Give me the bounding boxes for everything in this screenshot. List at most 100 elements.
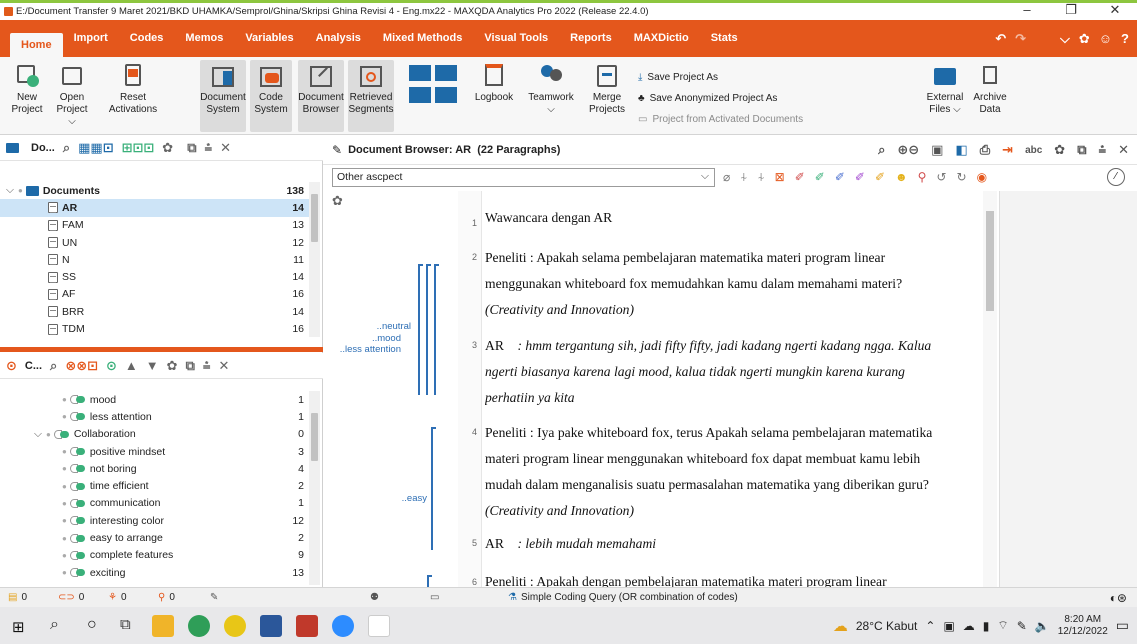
document-item-af[interactable]: AF 16 — [0, 286, 310, 303]
gear-icon[interactable]: ✿ — [1079, 31, 1090, 47]
panel-divider[interactable] — [0, 347, 323, 352]
fw-app-icon[interactable] — [224, 615, 246, 637]
file-explorer-icon[interactable] — [152, 615, 174, 637]
tab-variables[interactable]: Variables — [234, 20, 304, 57]
close-icon[interactable]: ✕ — [1118, 142, 1129, 158]
tray-expand-icon[interactable]: ⌃ — [925, 619, 935, 633]
document-tools-icon[interactable]: ▦▦⊡ — [78, 140, 113, 156]
tab-maxdictio[interactable]: MAXDictio — [623, 20, 700, 57]
search-icon[interactable]: ⌕ — [63, 140, 70, 156]
tab-import[interactable]: Import — [63, 20, 119, 57]
user-icon[interactable]: ⚉ — [370, 592, 379, 603]
code-tools-icon[interactable]: ⊗⊗⊡ — [65, 358, 98, 374]
view-layout-buttons[interactable] — [404, 63, 464, 110]
document-item-ss[interactable]: SS 14 — [0, 268, 310, 285]
chrome-icon[interactable] — [188, 615, 210, 637]
redo-icon[interactable]: ↷ — [1015, 31, 1026, 47]
zoom-app-icon[interactable] — [332, 615, 354, 637]
highlighter-red-icon[interactable]: ✐ — [795, 170, 805, 185]
in-vivo-icon[interactable]: ⍭ — [740, 170, 747, 185]
code-new-icon[interactable]: ⍭ — [757, 170, 764, 185]
code-item-collaboration[interactable]: ⌵ ● Collaboration 0 — [0, 426, 310, 443]
gear-icon[interactable]: ✿ — [162, 140, 173, 156]
status-activated-codes[interactable]: ⚘ 0 — [108, 592, 127, 603]
gmail-icon[interactable] — [368, 615, 390, 637]
sort-up-icon[interactable]: ▲ — [125, 358, 138, 373]
code-item-communication[interactable]: ● communication 1 — [0, 495, 310, 512]
collapse-icon[interactable]: ⩮ — [1099, 142, 1107, 158]
code-item-less-attention[interactable]: ● less attention 1 — [0, 408, 310, 425]
coding-stripe-mood[interactable] — [426, 264, 431, 395]
help-icon[interactable]: ? — [1121, 31, 1129, 46]
tab-mixed-methods[interactable]: Mixed Methods — [372, 20, 473, 57]
code-tree-scrollbar[interactable] — [309, 391, 320, 585]
external-files-button[interactable]: External Files ⌵ — [922, 63, 968, 116]
document-scrollbar[interactable] — [983, 191, 997, 587]
collapse-ribbon-icon[interactable]: ⌵ — [1060, 31, 1070, 47]
tab-home[interactable]: Home — [10, 33, 63, 57]
code-item-not-boring[interactable]: ● not boring 4 — [0, 460, 310, 477]
toggle-switch[interactable]: ◐⊛ — [1110, 591, 1127, 605]
coding-stripe-easy[interactable] — [431, 427, 436, 550]
search-icon[interactable]: ⌕ — [50, 358, 57, 374]
brush-icon[interactable]: ✎ — [210, 592, 218, 603]
document-item-n[interactable]: N 11 — [0, 251, 310, 268]
code-item-complete-features[interactable]: ● complete features 9 — [0, 547, 310, 564]
highlighter-orange-icon[interactable]: ✐ — [875, 170, 885, 185]
document-system-button[interactable]: Document System — [200, 60, 246, 132]
zoom-icon[interactable]: ⊕⊖ — [897, 142, 919, 158]
maximize-button[interactable]: ❐ — [1049, 0, 1093, 20]
retrieved-segments-button[interactable]: Retrieved Segments — [348, 60, 394, 132]
code-item-time-efficient[interactable]: ● time efficient 2 — [0, 477, 310, 494]
onedrive-icon[interactable]: ☁ — [963, 619, 975, 633]
document-item-fam[interactable]: FAM 13 — [0, 217, 310, 234]
code-select-dropdown[interactable]: Other ascpect — [332, 167, 715, 187]
open-project-button[interactable]: Open Project ⌵ — [52, 63, 92, 128]
teamwork-button[interactable]: Teamwork ⌵ — [526, 63, 576, 116]
coding-stripe-neutral[interactable] — [418, 264, 423, 395]
weather-text[interactable]: 28°C Kabut — [856, 619, 918, 633]
code-label-less-attention[interactable]: ..less attention — [340, 344, 401, 355]
page-icon[interactable]: ▭ — [430, 592, 439, 603]
document-item-tdm[interactable]: TDM 16 — [0, 320, 310, 337]
archive-data-button[interactable]: Archive Data — [970, 63, 1010, 116]
tab-memos[interactable]: Memos — [174, 20, 234, 57]
code-with-icon[interactable]: ⌀ — [723, 170, 730, 185]
code-system-button[interactable]: Code System — [250, 60, 292, 132]
gear-icon[interactable]: ✿ — [167, 358, 178, 374]
highlighter-green-icon[interactable]: ✐ — [815, 170, 825, 185]
collapse-icon[interactable]: ⩮ — [204, 140, 212, 156]
new-project-button[interactable]: New Project — [10, 63, 44, 116]
search-icon[interactable]: ⌕ — [50, 616, 59, 634]
status-weights[interactable]: ⚲ 0 — [158, 592, 175, 603]
word-icon[interactable] — [260, 615, 282, 637]
document-item-ar[interactable]: AR 14 — [0, 199, 310, 217]
document-item-brr[interactable]: BRR 14 — [0, 303, 310, 320]
undock-icon[interactable]: ⧉ — [187, 140, 196, 156]
notifications-icon[interactable]: ▭ — [1116, 617, 1129, 634]
save-anonymized-button[interactable]: ♣ Save Anonymized Project As — [638, 93, 777, 104]
status-codes[interactable]: ⊂⊃ 0 — [58, 592, 84, 603]
tab-codes[interactable]: Codes — [119, 20, 175, 57]
project-from-activated-button[interactable]: ▭ Project from Activated Documents — [638, 114, 803, 125]
merge-projects-button[interactable]: Merge Projects — [584, 63, 630, 116]
maxqda-taskbar-icon[interactable] — [296, 615, 318, 637]
code-item-exciting[interactable]: ● exciting 13 — [0, 564, 310, 581]
tab-visual-tools[interactable]: Visual Tools — [473, 20, 559, 57]
close-button[interactable]: ✕ — [1093, 0, 1137, 20]
emoticode-icon[interactable]: ⊠ — [775, 170, 785, 185]
code-label-mood[interactable]: ..mood — [372, 333, 401, 344]
close-icon[interactable]: ✕ — [220, 140, 231, 156]
status-documents[interactable]: ▤ 0 — [8, 592, 27, 603]
battery-icon[interactable]: ▮ — [983, 619, 990, 633]
save-project-as-button[interactable]: ⤓ Save Project As — [638, 72, 718, 83]
minimize-button[interactable]: – — [1005, 0, 1049, 20]
highlighter-purple-icon[interactable]: ✐ — [855, 170, 865, 185]
document-item-un[interactable]: UN 12 — [0, 234, 310, 251]
code-label-easy[interactable]: ..easy — [402, 493, 427, 504]
code-item-interesting-color[interactable]: ● interesting color 12 — [0, 512, 310, 529]
document-browser-button[interactable]: Document Browser — [298, 60, 344, 132]
reset-activations-button[interactable]: Reset Activations — [108, 63, 158, 116]
toggle-switch[interactable]: ⁄ — [1107, 168, 1125, 186]
status-query[interactable]: ⚗ Simple Coding Query (OR combination of … — [508, 592, 738, 603]
